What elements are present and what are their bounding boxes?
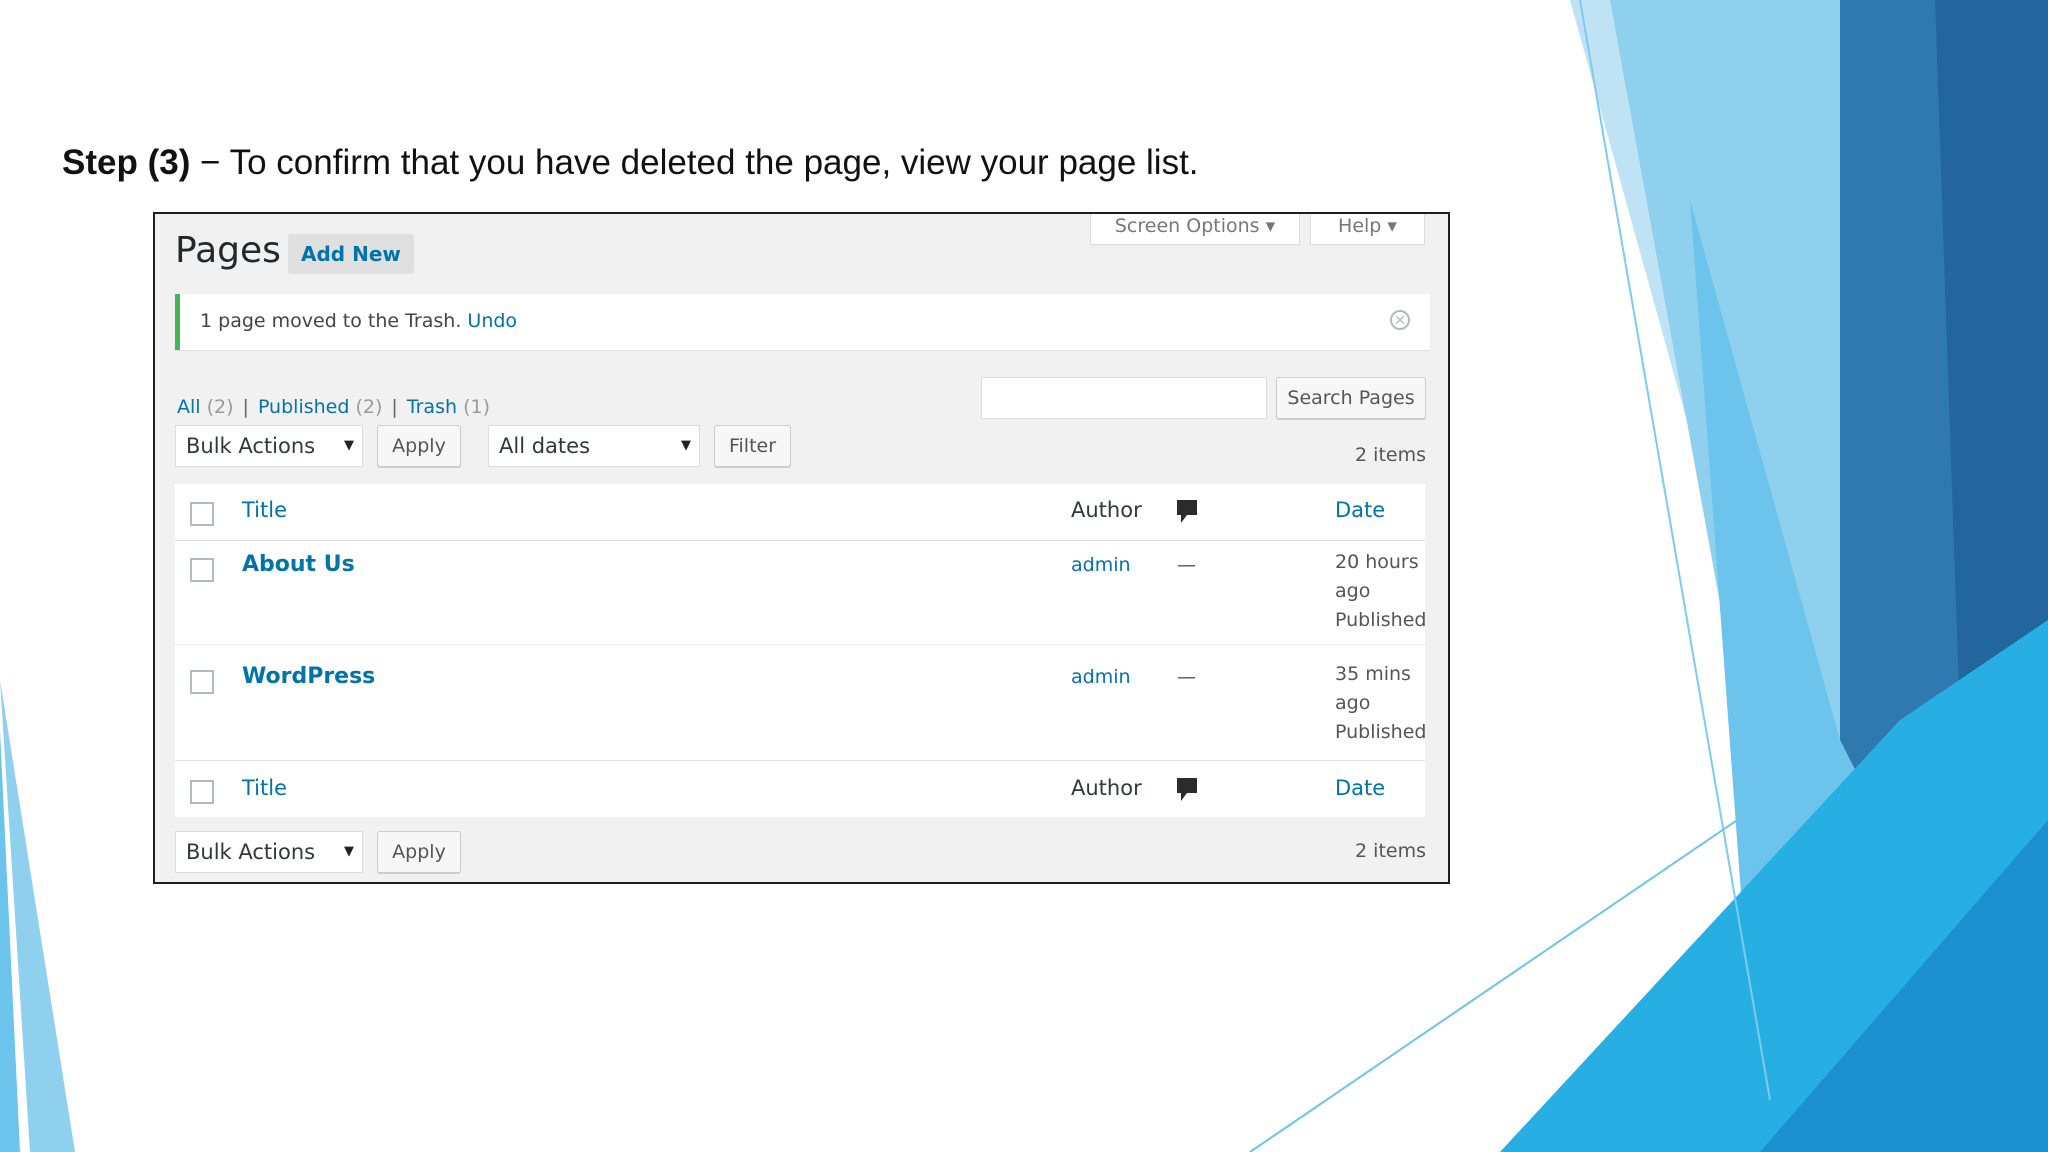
column-title-header[interactable]: Title: [242, 498, 287, 522]
comments-count: —: [1177, 666, 1196, 688]
apply-button-bottom[interactable]: Apply: [377, 831, 461, 873]
bulk-actions-value: Bulk Actions: [186, 840, 316, 864]
page-title-link[interactable]: About Us: [242, 552, 355, 577]
wp-pages-screenshot: Pages Add New Screen Options ▾ Help ▾ 1 …: [153, 212, 1450, 884]
column-title-footer[interactable]: Title: [242, 776, 287, 800]
date-line: 20 hours: [1335, 551, 1419, 573]
bulk-actions-value: Bulk Actions: [186, 434, 316, 458]
status-text: Published: [1335, 609, 1427, 631]
step-label: Step (3): [62, 143, 191, 182]
step-text: − To confirm that you have deleted the p…: [190, 143, 1199, 182]
items-count: 2 items: [1355, 444, 1426, 466]
column-author-header: Author: [1071, 498, 1142, 522]
view-all-count: (2): [206, 396, 234, 418]
screen-options-button[interactable]: Screen Options ▾: [1090, 214, 1300, 245]
date-line: ago: [1335, 580, 1371, 602]
view-trash-count: (1): [463, 396, 490, 418]
divider: [175, 760, 1425, 761]
help-button[interactable]: Help ▾: [1310, 214, 1425, 245]
items-count-bottom: 2 items: [1355, 840, 1426, 862]
date-cell: 35 mins ago Published: [1335, 660, 1448, 747]
comments-count: —: [1177, 554, 1196, 576]
comment-bubble-icon: [1177, 778, 1197, 801]
page-title: Pages: [175, 230, 281, 271]
select-all-checkbox[interactable]: [190, 502, 214, 526]
column-date-header[interactable]: Date: [1335, 498, 1385, 522]
pages-table: Title Author Date About Us admin — 20 ho…: [175, 484, 1426, 817]
view-all-link[interactable]: All: [177, 396, 201, 418]
dropdown-arrow-icon: ▼: [344, 844, 354, 859]
bulk-actions-select-bottom[interactable]: Bulk Actions ▼: [175, 831, 363, 873]
dismiss-icon[interactable]: ✕: [1390, 310, 1410, 330]
row-checkbox[interactable]: [190, 670, 214, 694]
notice-text: 1 page moved to the Trash.: [200, 310, 462, 332]
search-input[interactable]: [981, 377, 1267, 419]
trash-notice: 1 page moved to the Trash. Undo ✕: [175, 294, 1430, 350]
step-instruction: Step (3) − To confirm that you have dele…: [62, 143, 1199, 183]
separator: |: [242, 396, 249, 418]
notice-message: 1 page moved to the Trash. Undo: [200, 310, 517, 332]
status-text: Published: [1335, 721, 1427, 743]
status-filters: All (2) | Published (2) | Trash (1): [177, 396, 490, 418]
view-published-count: (2): [355, 396, 383, 418]
view-trash-link[interactable]: Trash: [407, 396, 457, 418]
page-title-link[interactable]: WordPress: [242, 664, 375, 689]
separator: |: [391, 396, 398, 418]
dropdown-arrow-icon: ▼: [681, 438, 691, 453]
apply-button[interactable]: Apply: [377, 425, 461, 467]
dates-filter-value: All dates: [499, 434, 591, 458]
divider: [175, 644, 1425, 645]
column-author-footer: Author: [1071, 776, 1142, 800]
view-published-link[interactable]: Published: [258, 396, 349, 418]
dropdown-arrow-icon: ▼: [344, 438, 354, 453]
dates-filter-select[interactable]: All dates ▼: [488, 425, 700, 467]
date-cell: 20 hours ago Published: [1335, 548, 1448, 635]
undo-link[interactable]: Undo: [467, 310, 517, 332]
row-checkbox[interactable]: [190, 558, 214, 582]
select-all-checkbox-footer[interactable]: [190, 780, 214, 804]
bulk-actions-select[interactable]: Bulk Actions ▼: [175, 425, 363, 467]
search-pages-button[interactable]: Search Pages: [1276, 377, 1426, 419]
date-line: 35 mins: [1335, 663, 1411, 685]
filter-button[interactable]: Filter: [714, 425, 791, 467]
author-link[interactable]: admin: [1071, 666, 1131, 688]
column-date-footer[interactable]: Date: [1335, 776, 1385, 800]
date-line: ago: [1335, 692, 1371, 714]
add-new-button[interactable]: Add New: [288, 234, 414, 274]
divider: [175, 540, 1425, 541]
comment-bubble-icon: [1177, 500, 1197, 523]
author-link[interactable]: admin: [1071, 554, 1131, 576]
